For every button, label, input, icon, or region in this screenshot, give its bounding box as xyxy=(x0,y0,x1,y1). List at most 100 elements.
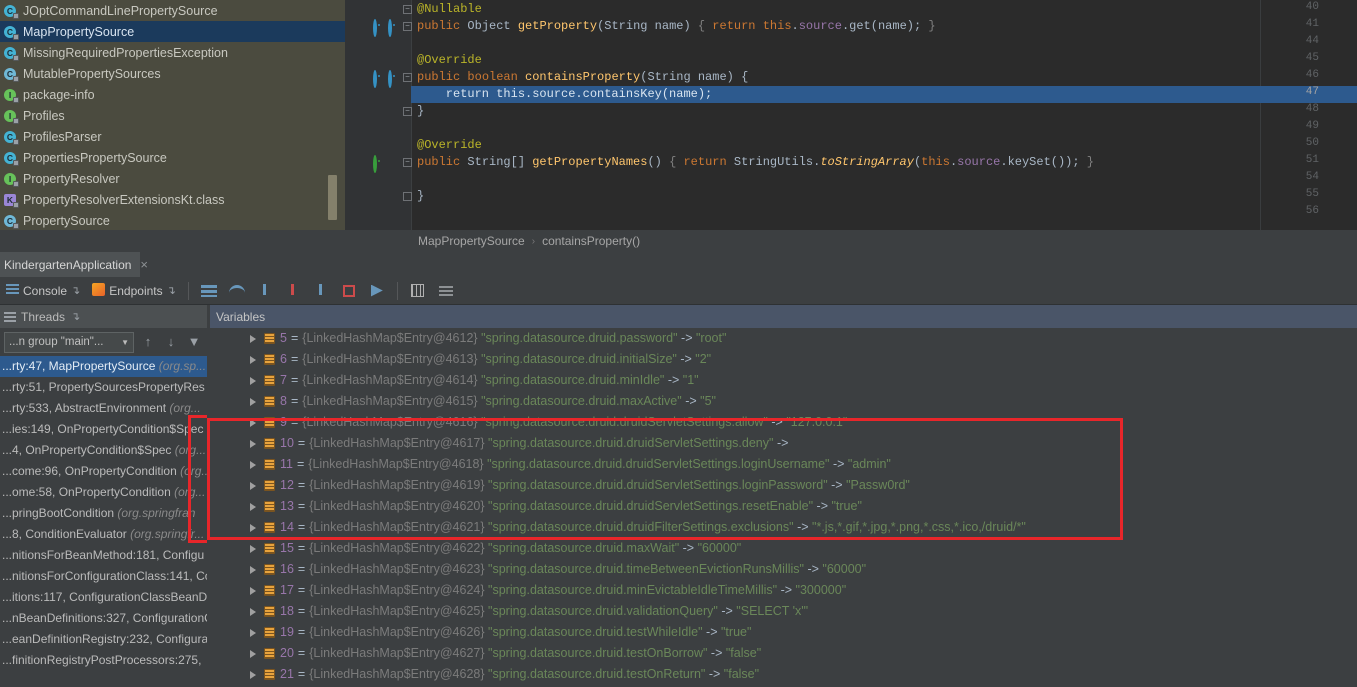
variable-row[interactable]: 20={LinkedHashMap$Entry@4627} "spring.da… xyxy=(210,643,1357,664)
variable-row[interactable]: 13={LinkedHashMap$Entry@4620} "spring.da… xyxy=(210,496,1357,517)
frame-row[interactable]: ...eanDefinitionRegistry:232, Configura xyxy=(0,629,207,650)
code-line[interactable]: public String[] getPropertyNames() { ret… xyxy=(417,154,1094,171)
expand-triangle-icon[interactable] xyxy=(250,629,256,637)
run-to-cursor-icon[interactable] xyxy=(367,281,387,301)
frame-row[interactable]: ...finitionRegistryPostProcessors:275, xyxy=(0,650,207,671)
threads-panel-header[interactable]: Threads ↴ xyxy=(0,305,207,328)
override-marker-icon[interactable] xyxy=(388,21,399,32)
class-list-item-2[interactable]: CMissingRequiredPropertiesException xyxy=(0,42,345,63)
frame-row[interactable]: ...ies:149, OnPropertyCondition$Spec xyxy=(0,419,207,440)
class-list-item-5[interactable]: IProfiles xyxy=(0,105,345,126)
code-editor[interactable]: 40−@Nullable41−public Object getProperty… xyxy=(345,0,1357,230)
variable-row[interactable]: 9={LinkedHashMap$Entry@4616} "spring.dat… xyxy=(210,412,1357,433)
variable-row[interactable]: 16={LinkedHashMap$Entry@4623} "spring.da… xyxy=(210,559,1357,580)
expand-triangle-icon[interactable] xyxy=(250,587,256,595)
expand-triangle-icon[interactable] xyxy=(250,608,256,616)
class-list-item-0[interactable]: CJOptCommandLinePropertySource xyxy=(0,0,345,21)
frame-row[interactable]: ...come:96, OnPropertyCondition (org... xyxy=(0,461,207,482)
code-line[interactable]: @Nullable xyxy=(417,1,482,18)
filter-frames-icon[interactable]: ▼ xyxy=(185,333,203,351)
variable-row[interactable]: 11={LinkedHashMap$Entry@4618} "spring.da… xyxy=(210,454,1357,475)
pin-icon[interactable]: ↴ xyxy=(71,284,80,297)
expand-triangle-icon[interactable] xyxy=(250,440,256,448)
expand-triangle-icon[interactable] xyxy=(250,335,256,343)
settings-icon[interactable] xyxy=(436,281,456,301)
code-line[interactable]: return this.source.containsKey(name); xyxy=(417,86,712,103)
class-list-item-3[interactable]: CMutablePropertySources xyxy=(0,63,345,84)
class-list-item-8[interactable]: IPropertyResolver xyxy=(0,168,345,189)
code-line[interactable] xyxy=(417,120,424,137)
variable-row[interactable]: 12={LinkedHashMap$Entry@4619} "spring.da… xyxy=(210,475,1357,496)
toolbar-tab-endpoints[interactable]: Endpoints↴ xyxy=(86,277,182,305)
variable-row[interactable]: 5={LinkedHashMap$Entry@4612} "spring.dat… xyxy=(210,328,1357,349)
frame-row[interactable]: ...nitionsForBeanMethod:181, Configu xyxy=(0,545,207,566)
override-marker-icon[interactable] xyxy=(373,72,384,83)
frame-row[interactable]: ...rty:51, PropertySourcesPropertyRes xyxy=(0,377,207,398)
variable-row[interactable]: 15={LinkedHashMap$Entry@4622} "spring.da… xyxy=(210,538,1357,559)
expand-triangle-icon[interactable] xyxy=(250,650,256,658)
code-fold-icon[interactable]: − xyxy=(403,5,412,14)
frame-row[interactable]: ...itions:117, ConfigurationClassBeanD xyxy=(0,587,207,608)
code-line[interactable]: public boolean containsProperty(String n… xyxy=(417,69,748,86)
code-line[interactable]: @Override xyxy=(417,52,482,69)
close-icon[interactable]: × xyxy=(140,257,148,272)
pin-icon[interactable]: ↴ xyxy=(71,310,80,323)
class-list-item-10[interactable]: CPropertySource xyxy=(0,210,345,231)
variable-row[interactable]: 7={LinkedHashMap$Entry@4614} "spring.dat… xyxy=(210,370,1357,391)
step-into-icon[interactable] xyxy=(255,281,275,301)
variable-row[interactable]: 21={LinkedHashMap$Entry@4628} "spring.da… xyxy=(210,664,1357,685)
thread-selector[interactable]: ...n group "main"... ▼ xyxy=(4,332,134,353)
expand-triangle-icon[interactable] xyxy=(250,524,256,532)
variable-row[interactable]: 6={LinkedHashMap$Entry@4613} "spring.dat… xyxy=(210,349,1357,370)
code-line[interactable]: @Override xyxy=(417,137,482,154)
expand-triangle-icon[interactable] xyxy=(250,377,256,385)
frame-down-icon[interactable]: ↓ xyxy=(162,333,180,351)
variables-panel-header[interactable]: Variables xyxy=(210,305,1357,328)
variable-row[interactable]: 19={LinkedHashMap$Entry@4626} "spring.da… xyxy=(210,622,1357,643)
frames-list[interactable]: ...rty:47, MapPropertySource (org.sp....… xyxy=(0,356,207,684)
override-marker-icon[interactable] xyxy=(388,72,399,83)
code-fold-icon[interactable]: − xyxy=(403,107,412,116)
code-fold-icon[interactable]: − xyxy=(403,158,412,167)
expand-triangle-icon[interactable] xyxy=(250,503,256,511)
override-marker-icon[interactable] xyxy=(373,21,384,32)
class-list-item-9[interactable]: KPropertyResolverExtensionsKt.class xyxy=(0,189,345,210)
expand-triangle-icon[interactable] xyxy=(250,461,256,469)
expand-triangle-icon[interactable] xyxy=(250,545,256,553)
run-tab-kindergarten-application[interactable]: KindergartenApplication × xyxy=(0,252,140,277)
force-step-into-icon[interactable] xyxy=(283,281,303,301)
pin-icon[interactable]: ↴ xyxy=(167,284,176,297)
expand-triangle-icon[interactable] xyxy=(250,419,256,427)
expand-triangle-icon[interactable] xyxy=(250,671,256,679)
frame-row[interactable]: ...ome:58, OnPropertyCondition (org... xyxy=(0,482,207,503)
frame-row[interactable]: ...rty:533, AbstractEnvironment (org... xyxy=(0,398,207,419)
expand-triangle-icon[interactable] xyxy=(250,482,256,490)
frame-row[interactable]: ...rty:47, MapPropertySource (org.sp... xyxy=(0,356,207,377)
frame-row[interactable]: ...nBeanDefinitions:327, ConfigurationC xyxy=(0,608,207,629)
code-line[interactable] xyxy=(417,205,424,222)
breadcrumb-method[interactable]: containsProperty() xyxy=(542,234,640,248)
editor-gutter[interactable] xyxy=(345,0,411,230)
show-execution-point-icon[interactable] xyxy=(199,281,219,301)
step-out-icon[interactable] xyxy=(311,281,331,301)
variable-row[interactable]: 14={LinkedHashMap$Entry@4621} "spring.da… xyxy=(210,517,1357,538)
class-list-item-4[interactable]: Ipackage-info xyxy=(0,84,345,105)
variable-row[interactable]: 17={LinkedHashMap$Entry@4624} "spring.da… xyxy=(210,580,1357,601)
code-line[interactable] xyxy=(417,35,424,52)
expand-triangle-icon[interactable] xyxy=(250,566,256,574)
drop-frame-icon[interactable] xyxy=(339,281,359,301)
frame-row[interactable]: ...8, ConditionEvaluator (org.springfr..… xyxy=(0,524,207,545)
frame-up-icon[interactable]: ↑ xyxy=(139,333,157,351)
expand-triangle-icon[interactable] xyxy=(250,398,256,406)
toolbar-tab-console[interactable]: Console↴ xyxy=(0,277,86,305)
code-fold-icon[interactable]: − xyxy=(403,22,412,31)
code-fold-icon[interactable]: − xyxy=(403,73,412,82)
class-list-item-1[interactable]: CMapPropertySource xyxy=(0,21,345,42)
class-list-item-7[interactable]: CPropertiesPropertySource xyxy=(0,147,345,168)
frame-row[interactable]: ...pringBootCondition (org.springfran xyxy=(0,503,207,524)
frame-row[interactable]: ...nitionsForConfigurationClass:141, Co xyxy=(0,566,207,587)
variable-row[interactable]: 18={LinkedHashMap$Entry@4625} "spring.da… xyxy=(210,601,1357,622)
step-over-icon[interactable] xyxy=(227,281,247,301)
class-list-panel[interactable]: CJOptCommandLinePropertySourceCMapProper… xyxy=(0,0,345,252)
class-list-scrollbar[interactable] xyxy=(328,175,337,220)
